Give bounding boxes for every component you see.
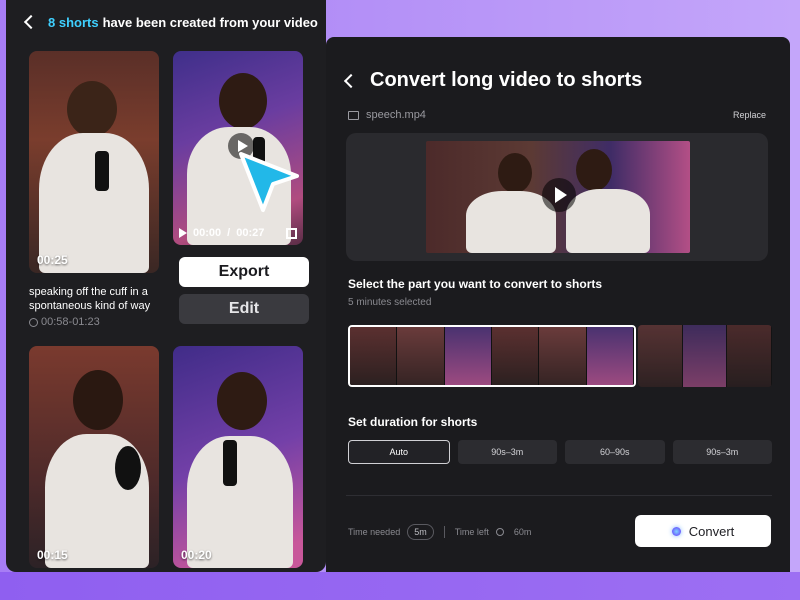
file-name: speech.mp4	[366, 109, 426, 121]
replace-button[interactable]: Replace	[733, 110, 766, 120]
timeline-frame	[444, 327, 492, 385]
time-left-value: 60m	[513, 527, 532, 537]
play-icon[interactable]	[542, 178, 576, 212]
person-torso	[566, 189, 650, 253]
duration-option-90s-3m-b[interactable]: 90s–3m	[672, 440, 772, 464]
short-description: speaking off the cuff in a spontaneous k…	[29, 286, 151, 312]
total-time: 00:27	[236, 227, 265, 239]
header-text: have been created from your video	[102, 14, 318, 30]
results-header: 8 shorts have been created from your vid…	[6, 0, 326, 44]
duration-section-title: Set duration for shorts	[348, 415, 478, 429]
person-torso	[39, 133, 149, 273]
page-title: Convert long video to shorts	[370, 69, 643, 91]
microphone	[95, 151, 109, 191]
clock-icon	[495, 528, 504, 536]
thumbnail-duration: 00:25	[37, 253, 68, 267]
person-head	[576, 149, 612, 191]
timeline-frame	[586, 327, 634, 385]
short-thumbnail-1[interactable]: 00:25	[29, 51, 159, 273]
time-needed-label: Time needed	[348, 527, 401, 537]
microphone	[115, 446, 141, 490]
clock-icon	[29, 317, 38, 327]
person-head	[73, 370, 123, 430]
separator	[443, 526, 445, 538]
player-controls: 00:00 / 00:27	[173, 227, 303, 239]
person-head	[498, 153, 532, 193]
thumbnail-duration: 00:20	[181, 548, 212, 562]
cursor-arrow-icon	[239, 152, 299, 212]
timeline-frame	[539, 327, 587, 385]
edit-button[interactable]: Edit	[179, 294, 309, 324]
duration-options: Auto 90s–3m 60–90s 90s–3m	[348, 440, 772, 464]
export-button[interactable]: Export	[179, 257, 309, 287]
convert-panel: Convert long video to shorts speech.mp4 …	[326, 37, 790, 572]
short-thumbnail-4[interactable]: 00:20	[173, 346, 303, 568]
duration-option-auto[interactable]: Auto	[348, 440, 450, 464]
convert-label: Convert	[688, 523, 735, 539]
duration-option-60-90s[interactable]: 60–90s	[565, 440, 665, 464]
film-icon	[348, 110, 359, 120]
timeline-unselected-range[interactable]	[638, 325, 772, 387]
select-section-title: Select the part you want to convert to s…	[348, 277, 603, 291]
selected-duration: 5 minutes selected	[348, 297, 432, 308]
timeline-frame	[682, 325, 728, 387]
time-info: Time needed 5m Time left 60m	[348, 524, 531, 540]
back-chevron-icon[interactable]	[23, 14, 39, 30]
time-range-text: 00:58-01:23	[41, 316, 100, 328]
person-head	[217, 372, 267, 430]
timeline-frame	[397, 327, 445, 385]
person-head	[67, 81, 117, 137]
time-needed-value: 5m	[407, 524, 434, 540]
timeline-frame	[638, 325, 683, 387]
duration-option-90s-3m[interactable]: 90s–3m	[457, 440, 557, 464]
thumbnail-duration: 00:15	[37, 548, 68, 562]
fullscreen-icon[interactable]	[286, 227, 297, 239]
divider	[346, 495, 772, 496]
timeline-selected-range[interactable]	[348, 325, 636, 387]
video-preview[interactable]	[346, 133, 768, 261]
convert-button[interactable]: Convert	[635, 515, 771, 547]
short-thumbnail-3[interactable]: 00:15	[29, 346, 159, 568]
microphone	[223, 440, 237, 486]
convert-orb-icon	[671, 526, 681, 536]
person-head	[219, 73, 267, 129]
timeline-frame	[491, 327, 540, 385]
shorts-count: 8 shorts	[48, 14, 99, 30]
timeline-frame	[727, 325, 772, 387]
bottom-purple-band	[0, 572, 800, 600]
time-left-label: Time left	[454, 527, 489, 537]
back-chevron-icon[interactable]	[343, 73, 359, 89]
shorts-results-panel: 8 shorts have been created from your vid…	[6, 0, 326, 572]
play-icon[interactable]	[179, 228, 187, 238]
source-file-row: speech.mp4 Replace	[348, 109, 766, 121]
timeline-frame	[350, 327, 398, 385]
current-time: 00:00	[193, 227, 222, 239]
short-time-range: 00:58-01:23	[29, 316, 100, 328]
